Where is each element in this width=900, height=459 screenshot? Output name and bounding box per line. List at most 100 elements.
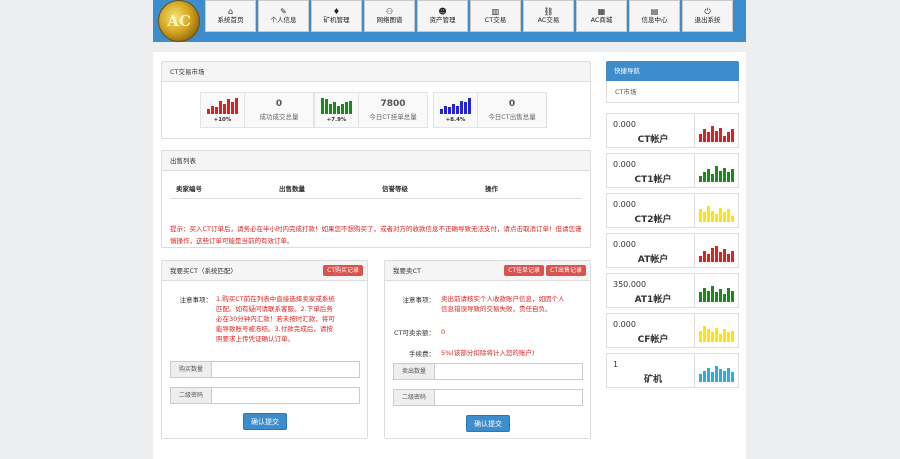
available-value: 0 xyxy=(441,328,446,336)
account-card[interactable]: 350.000 AT1帐户 xyxy=(606,273,739,308)
stat-chart: +8.4% xyxy=(434,93,478,127)
chart-bar xyxy=(727,209,730,222)
nav-item-0[interactable]: ⌂ 系统首页 xyxy=(205,0,256,32)
chart-bar xyxy=(715,130,718,142)
chart-bar xyxy=(235,97,238,114)
panel-title: CT交易市场 xyxy=(162,62,590,82)
chart-bar xyxy=(711,286,714,302)
chart-bar xyxy=(731,215,734,222)
nav-label: 系统首页 xyxy=(217,16,244,24)
nav-item-3[interactable]: ⚇ 网络图谱 xyxy=(364,0,415,32)
chart-bar xyxy=(699,292,702,302)
sell-ct-panel: 我要卖CT CT挂单记录 CT出售记录 注意事项： 卖出前请核实个人收款账户信息… xyxy=(384,260,591,439)
account-card[interactable]: 0.000 CT2帐户 xyxy=(606,193,739,228)
chart-bar xyxy=(329,103,332,114)
chart-bar xyxy=(711,332,714,342)
notice-text: 卖出前请核实个人收款账户信息，如因个人信息错误导致的交易失败，责任自负。 xyxy=(441,295,565,313)
nav-label: 矿机管理 xyxy=(323,16,350,24)
sell-submit-button[interactable]: 确认提交 xyxy=(466,415,510,432)
sidebar-link-ct-market[interactable]: CT市场 xyxy=(606,81,739,103)
stat-box: +8.4% 0 今日CT出售总量 xyxy=(433,92,547,128)
chart-bar xyxy=(715,366,718,382)
nav-icon: ▤ xyxy=(650,7,659,16)
chart-bar xyxy=(452,103,455,114)
sell-password-group: 二级密码 xyxy=(393,389,583,406)
column-header: 卖家编号 xyxy=(176,185,202,193)
account-chart xyxy=(694,274,738,307)
column-header: 出售数量 xyxy=(279,185,305,193)
logo[interactable]: AC xyxy=(158,0,200,42)
buy-submit-button[interactable]: 确认提交 xyxy=(243,413,287,430)
account-card[interactable]: 0.000 AT帐户 xyxy=(606,233,739,268)
chart-bar xyxy=(448,107,451,114)
password-addon: 二级密码 xyxy=(171,388,212,403)
sell-order-record-button[interactable]: CT挂单记录 xyxy=(504,265,544,276)
column-header: 操作 xyxy=(485,185,498,193)
nav-item-4[interactable]: ☻ 资产管理 xyxy=(417,0,468,32)
account-card[interactable]: 1 矿机 xyxy=(606,353,739,388)
buy-record-button[interactable]: CT购买记录 xyxy=(323,265,363,276)
nav-item-1[interactable]: ✎ 个人信息 xyxy=(258,0,309,32)
chart-bar xyxy=(727,254,730,262)
chart-bar xyxy=(231,102,234,114)
panel-title: 出售列表 xyxy=(162,151,590,171)
fee-value: 5%(该部分扣除将计入您的账户) xyxy=(441,349,535,357)
password-addon: 二级密码 xyxy=(394,390,435,405)
chart-bar xyxy=(703,370,706,382)
chart-bar xyxy=(723,329,726,342)
stat-label: 成功成交总量 xyxy=(259,113,299,121)
chart-bar xyxy=(711,126,714,142)
account-card[interactable]: 0.000 CT帐户 xyxy=(606,113,739,148)
nav-label: CT交易 xyxy=(484,16,507,24)
chart-bar xyxy=(715,246,718,262)
nav-item-2[interactable]: ♦ 矿机管理 xyxy=(311,0,362,32)
chart-bar xyxy=(715,327,718,342)
chart-bar xyxy=(707,132,710,142)
account-card[interactable]: 0.000 CF帐户 xyxy=(606,313,739,348)
chart-bar xyxy=(731,250,734,262)
chart-bar xyxy=(727,287,730,302)
account-value: 350.000 xyxy=(613,280,647,289)
nav-icon: ⛓ xyxy=(543,7,554,16)
sell-amount-input[interactable] xyxy=(435,364,582,379)
chart-bar xyxy=(699,175,702,182)
nav-item-5[interactable]: ▥ CT交易 xyxy=(470,0,521,32)
buy-password-input[interactable] xyxy=(212,388,359,403)
nav-item-9[interactable]: ⏻ 退出系统 xyxy=(682,0,733,32)
sell-record-button[interactable]: CT出售记录 xyxy=(546,265,586,276)
account-card[interactable]: 0.000 CT1帐户 xyxy=(606,153,739,188)
chart-bar xyxy=(711,372,714,382)
account-chart xyxy=(694,234,738,267)
nav-item-7[interactable]: ▦ AC商城 xyxy=(576,0,627,32)
panel-title-text: 我要卖CT xyxy=(393,267,422,275)
stat-label: 今日CT挂单总量 xyxy=(369,113,417,121)
account-value: 0.000 xyxy=(613,160,636,169)
nav-item-8[interactable]: ▤ 信息中心 xyxy=(629,0,680,32)
chart-bar xyxy=(731,129,734,142)
table-header: 卖家编号 出售数量 信誉等级 操作 xyxy=(170,179,582,199)
chart-bar xyxy=(719,289,722,302)
chart-bar xyxy=(333,102,336,114)
account-value: 0.000 xyxy=(613,200,636,209)
account-chart xyxy=(694,354,738,387)
panel-title-text: 我要买CT（系统匹配） xyxy=(170,267,238,275)
chart-bar xyxy=(727,332,730,342)
chart-bar xyxy=(703,212,706,222)
sell-password-input[interactable] xyxy=(435,390,582,405)
chart-bar xyxy=(703,326,706,342)
chart-bar xyxy=(719,369,722,382)
amount-addon: 卖出数量 xyxy=(394,364,435,379)
account-name: CT1帐户 xyxy=(634,175,672,185)
nav-icon: ☻ xyxy=(438,7,447,16)
chart-bar xyxy=(219,100,222,114)
chart-bar xyxy=(349,100,352,114)
chart-bar xyxy=(440,108,443,114)
account-chart xyxy=(694,314,738,347)
amount-addon: 购买数量 xyxy=(171,362,212,377)
nav-icon: ▥ xyxy=(491,7,500,16)
buy-amount-input[interactable] xyxy=(212,362,359,377)
nav-item-6[interactable]: ⛓ AC交易 xyxy=(523,0,574,32)
available-label: CT可卖余额： xyxy=(393,329,435,337)
ct-trend-panel: CT交易市场 +10% 0 成功成交总量 +7.9% 7800 今日CT挂单总量 +8.4%… xyxy=(161,61,591,139)
warning-text: 提示：买入CT订单后，请务必在半小时内完成打款！如果您不想购买了，或者对方的收款… xyxy=(170,225,582,245)
